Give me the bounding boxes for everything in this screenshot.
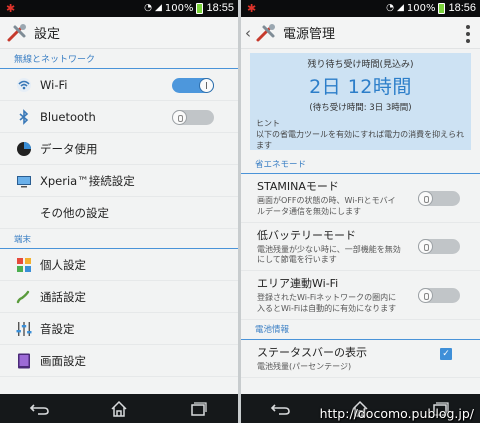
settings-tools-icon — [6, 22, 28, 44]
back-button[interactable] — [25, 399, 55, 419]
settings-item-more[interactable]: その他の設定 — [0, 197, 238, 229]
action-bar: ‹ 電源管理 — [241, 17, 480, 49]
clock: 18:55 — [206, 2, 234, 14]
settings-item-label: 音設定 — [40, 321, 75, 336]
section-header-wireless: 無線とネットワーク — [0, 49, 238, 69]
personalize-icon — [16, 257, 32, 273]
section-header-battery-info: 電池情報 — [241, 320, 480, 340]
battery-icon — [438, 2, 446, 14]
section-header-device: 端末 — [0, 229, 238, 249]
battery-percent: 100% — [164, 2, 194, 14]
settings-item-data-usage[interactable]: データ使用 — [0, 133, 238, 165]
phone-icon — [16, 289, 32, 305]
settings-item-xperia-connect[interactable]: Xperia™接続設定 — [0, 165, 238, 197]
settings-item-label: その他の設定 — [40, 205, 109, 220]
settings-item-call[interactable]: 通話設定 — [0, 281, 238, 313]
action-bar: 設定 — [0, 17, 238, 49]
status-bar: ✱ ◔ ◢ 100% 18:56 — [241, 0, 480, 17]
overflow-menu-icon[interactable] — [466, 25, 470, 43]
settings-item-label: Xperia™接続設定 — [40, 173, 135, 188]
low-battery-mode-toggle[interactable] — [418, 239, 460, 255]
power-settings-list: 残り待ち受け時間(見込み) 2日 12時間 (待ち受け時間: 3日 3時間) ヒ… — [241, 49, 480, 394]
home-button[interactable] — [104, 399, 134, 419]
wifi-icon — [16, 77, 32, 93]
battery-icon — [196, 2, 204, 14]
settings-item-display[interactable]: 画面設定 — [0, 345, 238, 377]
settings-item-label: Wi-Fi — [40, 77, 68, 92]
bluetooth-toggle[interactable] — [172, 110, 214, 125]
notification-icon: ✱ — [247, 2, 257, 15]
low-battery-mode-item[interactable]: 低バッテリーモード 電池残量が少ない時に、一部機能を無効にして節電を行います — [241, 223, 480, 272]
status-bar: ✱ ◔ ◢ 100% 18:55 — [0, 0, 238, 17]
settings-item-label: Bluetooth — [40, 109, 96, 124]
settings-item-sound[interactable]: 音設定 — [0, 313, 238, 345]
location-wifi-item[interactable]: エリア連動Wi-Fi 登録されたWi-Fiネットワークの圏内に入るとWi-Fiは… — [241, 271, 480, 320]
settings-tools-icon[interactable] — [255, 22, 277, 44]
wifi-icon: ◔ — [144, 3, 152, 13]
item-title: ステータスバーの表示 — [257, 345, 367, 359]
item-description: 電池残量が少ない時に、一部機能を無効にして節電を行います — [257, 244, 401, 265]
display-icon — [16, 353, 32, 369]
item-description: 電池残量(パーセンテージ) — [257, 361, 352, 371]
hint-text: 以下の省電力ツールを有効にすれば電力の消費を抑えられます — [256, 130, 465, 150]
standby-subtext: (待ち受け時間: 3日 3時間) — [309, 103, 412, 113]
standby-label: 残り待ち受け時間(見込み) — [307, 60, 414, 70]
item-description: 画面がOFFの状態の時、Wi-Fiとモバイルデータ通信を無効にします — [257, 196, 396, 216]
equalizer-icon — [16, 321, 32, 337]
settings-item-bluetooth[interactable]: Bluetooth — [0, 101, 238, 133]
signal-icon: ◢ — [154, 3, 162, 13]
clock: 18:56 — [448, 2, 476, 14]
notification-icon: ✱ — [6, 2, 16, 15]
signal-icon: ◢ — [396, 3, 404, 13]
recent-apps-button[interactable] — [183, 399, 213, 419]
settings-item-wifi[interactable]: Wi-Fi — [0, 69, 238, 101]
standby-value: 2日 12時間 — [309, 76, 412, 98]
settings-item-label: 通話設定 — [40, 289, 86, 304]
location-wifi-toggle[interactable] — [418, 287, 460, 303]
battery-percent: 100% — [406, 2, 436, 14]
page-title: 電源管理 — [283, 27, 336, 42]
item-description: 登録されたWi-Fiネットワークの圏内に入るとWi-Fiは自動的に有効になります — [257, 293, 397, 313]
settings-item-label: データ使用 — [40, 141, 98, 156]
back-arrow-icon[interactable]: ‹ — [245, 24, 255, 42]
page-title: 設定 — [34, 27, 61, 42]
power-management-screen: ✱ ◔ ◢ 100% 18:56 ‹ 電源管理 残り待ち受け時間(見込み) 2日… — [241, 0, 480, 423]
stamina-mode-toggle[interactable] — [418, 190, 460, 206]
settings-screen: ✱ ◔ ◢ 100% 18:55 設定 無線とネットワーク Wi-Fi Blue… — [0, 0, 238, 423]
statusbar-display-checkbox[interactable]: ✓ — [440, 347, 452, 360]
statusbar-display-item[interactable]: ステータスバーの表示 電池残量(パーセンテージ) ✓ — [241, 340, 480, 378]
standby-time-banner: 残り待ち受け時間(見込み) 2日 12時間 (待ち受け時間: 3日 3時間) ヒ… — [250, 53, 471, 150]
settings-list: 無線とネットワーク Wi-Fi Bluetooth データ使用 Xperia™接… — [0, 49, 238, 394]
wifi-toggle[interactable] — [172, 78, 214, 93]
watermark-url: http://docomo.publog.jp/ — [319, 406, 474, 421]
back-button[interactable] — [266, 399, 296, 419]
navigation-bar — [0, 394, 238, 423]
section-header-power-saving: 省エネモード — [241, 154, 480, 174]
wifi-icon: ◔ — [386, 3, 394, 13]
bluetooth-icon — [16, 108, 32, 125]
settings-item-personalize[interactable]: 個人設定 — [0, 249, 238, 281]
blank-icon — [16, 205, 32, 221]
data-usage-icon — [16, 141, 32, 157]
stamina-mode-item[interactable]: STAMINAモード 画面がOFFの状態の時、Wi-Fiとモバイルデータ通信を無… — [241, 174, 480, 223]
hint-title: ヒント — [256, 119, 280, 128]
xperia-connect-icon — [16, 173, 32, 189]
settings-item-label: 画面設定 — [40, 353, 86, 368]
settings-item-label: 個人設定 — [40, 257, 86, 272]
